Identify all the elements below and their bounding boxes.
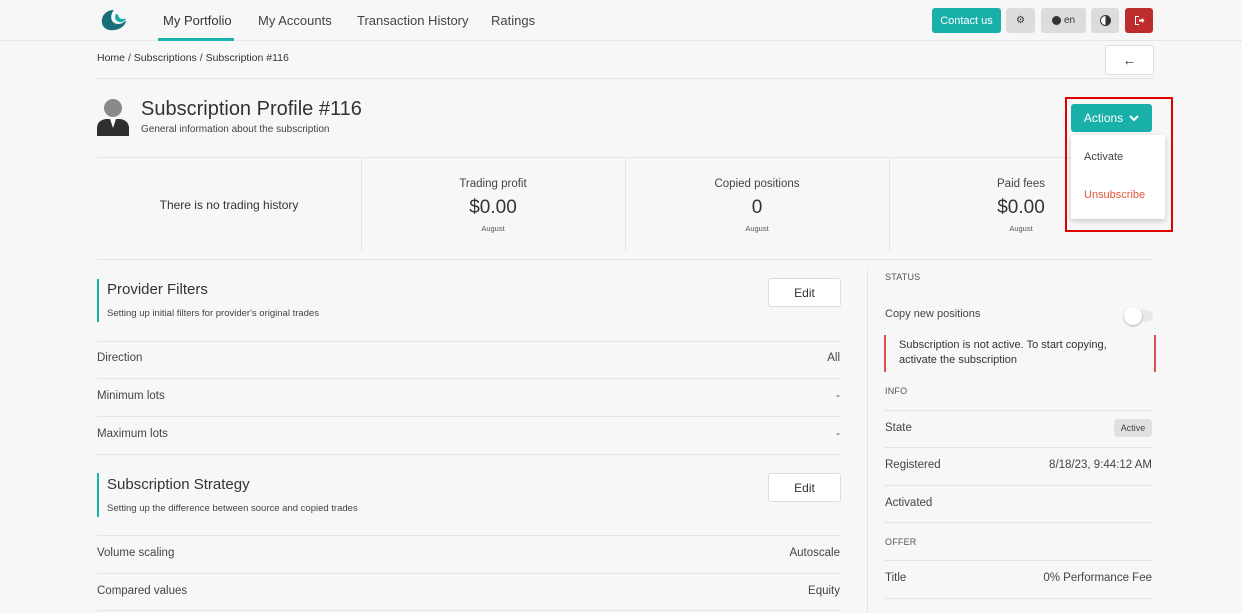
page-title: Subscription Profile #116	[141, 98, 362, 120]
stat-label-trading-profit: Trading profit	[459, 178, 527, 190]
back-button[interactable]: ←	[1105, 45, 1154, 75]
row-label-minimum-lots: Minimum lots	[97, 390, 165, 402]
arrow-left-icon: ←	[1122, 52, 1137, 68]
row-value-minimum-lots: -	[836, 390, 840, 402]
stat-value-copied-positions: 0	[751, 197, 763, 218]
divider	[97, 535, 840, 536]
breadcrumb-subscriptions[interactable]: Subscriptions	[134, 52, 197, 64]
divider	[97, 378, 840, 379]
row-label-volume-scaling: Volume scaling	[97, 547, 175, 559]
stat-period-trading-profit: August	[481, 224, 505, 233]
contact-us-button[interactable]: Contact us	[932, 8, 1001, 33]
section-accent-bar	[97, 279, 99, 322]
divider	[884, 560, 1152, 561]
breadcrumb-separator: /	[199, 52, 203, 64]
breadcrumb-separator: /	[127, 52, 131, 64]
stat-value-trading-profit: $0.00	[469, 197, 517, 218]
divider	[97, 573, 840, 574]
offer-heading: OFFER	[885, 537, 917, 547]
divider	[97, 157, 1153, 158]
strategy-desc: Setting up the difference between source…	[107, 503, 358, 514]
nav-transaction-history[interactable]: Transaction History	[357, 13, 469, 28]
stat-label-copied-positions: Copied positions	[714, 178, 800, 190]
sign-out-icon	[1134, 16, 1144, 25]
row-label-compared-values: Compared values	[97, 585, 188, 597]
nav-active-indicator	[158, 38, 234, 41]
divider	[97, 341, 840, 342]
activated-label: Activated	[885, 497, 933, 509]
divider	[97, 78, 1153, 79]
no-trading-history-text: There is no trading history	[159, 198, 299, 212]
row-value-volume-scaling: Autoscale	[789, 547, 840, 559]
status-badge: Active	[1114, 419, 1152, 437]
divider	[97, 610, 840, 611]
divider	[884, 410, 1152, 411]
settings-button[interactable]: ⚙	[1006, 8, 1035, 33]
logout-button[interactable]	[1125, 8, 1153, 33]
language-label: en	[1063, 15, 1076, 26]
nav-my-accounts[interactable]: My Accounts	[258, 13, 332, 28]
row-label-maximum-lots: Maximum lots	[97, 428, 168, 440]
divider	[97, 416, 840, 417]
row-label-direction: Direction	[97, 352, 143, 364]
language-button[interactable]: en	[1041, 8, 1086, 33]
copy-new-positions-label: Copy new positions	[885, 308, 981, 320]
row-value-compared-values: Equity	[808, 585, 840, 597]
nav-my-portfolio[interactable]: My Portfolio	[163, 13, 232, 28]
strategy-title: Subscription Strategy	[107, 476, 250, 493]
globe-icon	[1051, 16, 1061, 25]
toggle-knob[interactable]	[1124, 307, 1142, 325]
divider	[884, 522, 1152, 523]
inactive-alert-text: Subscription is not active. To start cop…	[899, 339, 1107, 366]
provider-filters-title: Provider Filters	[107, 281, 208, 298]
provider-filters-desc: Setting up initial filters for provider'…	[107, 308, 319, 319]
edit-provider-filters-button[interactable]: Edit	[768, 278, 841, 307]
contrast-icon	[1099, 15, 1111, 26]
state-label: State	[885, 422, 912, 434]
divider	[884, 447, 1152, 448]
highlight-box	[1065, 97, 1173, 232]
sidebar-separator	[867, 270, 868, 613]
registered-value: 8/18/23, 9:44:12 AM	[1049, 459, 1152, 471]
breadcrumb-home[interactable]: Home	[97, 52, 125, 64]
divider	[884, 485, 1152, 486]
row-value-maximum-lots: -	[836, 428, 840, 440]
gear-icon: ⚙	[1016, 15, 1025, 26]
logo-icon[interactable]	[100, 8, 128, 32]
divider	[97, 259, 1153, 260]
info-heading: INFO	[885, 386, 908, 396]
offer-title-label: Title	[885, 572, 907, 584]
registered-label: Registered	[885, 459, 941, 471]
section-accent-bar	[97, 473, 99, 517]
divider	[97, 454, 840, 455]
breadcrumb-current: Subscription #116	[205, 52, 289, 64]
nav-ratings[interactable]: Ratings	[491, 13, 535, 28]
row-value-direction: All	[827, 352, 840, 364]
edit-strategy-button[interactable]: Edit	[768, 473, 841, 502]
status-heading: STATUS	[885, 272, 921, 282]
user-avatar-icon	[97, 99, 129, 136]
page-subtitle: General information about the subscripti…	[141, 124, 330, 135]
breadcrumb: Home / Subscriptions / Subscription #116	[97, 52, 289, 64]
stat-period-copied-positions: August	[745, 224, 769, 233]
divider	[884, 598, 1152, 599]
offer-title-value: 0% Performance Fee	[1043, 572, 1152, 584]
theme-toggle-button[interactable]	[1091, 8, 1119, 33]
